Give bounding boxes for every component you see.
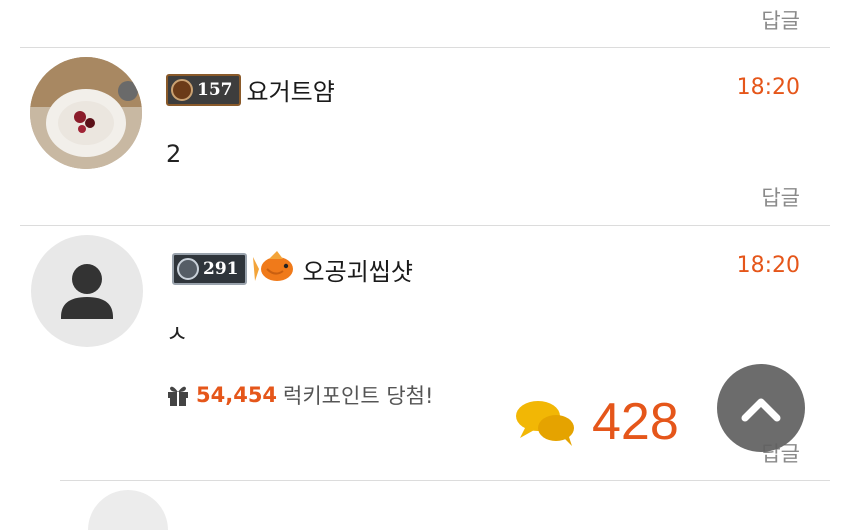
nickname[interactable]: 요거트얌 [247,72,335,107]
level-emblem-icon [177,258,199,280]
comment-time: 18:20 [736,75,800,100]
level-number: 291 [203,259,239,279]
level-number: 157 [197,79,233,100]
avatar[interactable] [30,57,142,169]
avatar[interactable] [88,490,168,530]
comment-body: 2 [166,140,182,168]
divider [20,225,830,226]
avatar[interactable] [31,235,143,347]
reply-link[interactable]: 답글 [761,182,800,212]
scroll-top-button[interactable] [717,364,805,452]
lucky-point-text: 럭키포인트 당첨! [283,384,434,408]
gift-icon [168,386,188,406]
default-user-icon [61,264,113,319]
level-emblem-icon [171,78,193,101]
avatar-food-photo [30,57,142,169]
comment-body: ㅅ [166,320,189,348]
fish-icon [252,251,293,281]
level-badge: 157 [166,73,241,106]
level-badge: 291 [172,253,247,285]
author-line: 157 요거트얌 [166,72,335,107]
lucky-point-line: 54,454 럭키포인트 당첨! [166,380,433,410]
comment-count-button[interactable]: 428 [514,392,679,452]
divider [60,480,830,481]
comment-count: 428 [592,393,679,451]
lucky-point-amount: 54,454 [196,383,278,407]
chevron-up-icon [741,398,781,422]
author-line: 291 오공괴씹샷 [172,251,413,287]
divider [20,47,830,48]
nickname[interactable]: 오공괴씹샷 [303,252,413,287]
speech-bubbles-icon [516,401,574,446]
reply-link[interactable]: 답글 [761,5,800,35]
comment-time: 18:20 [736,253,800,278]
